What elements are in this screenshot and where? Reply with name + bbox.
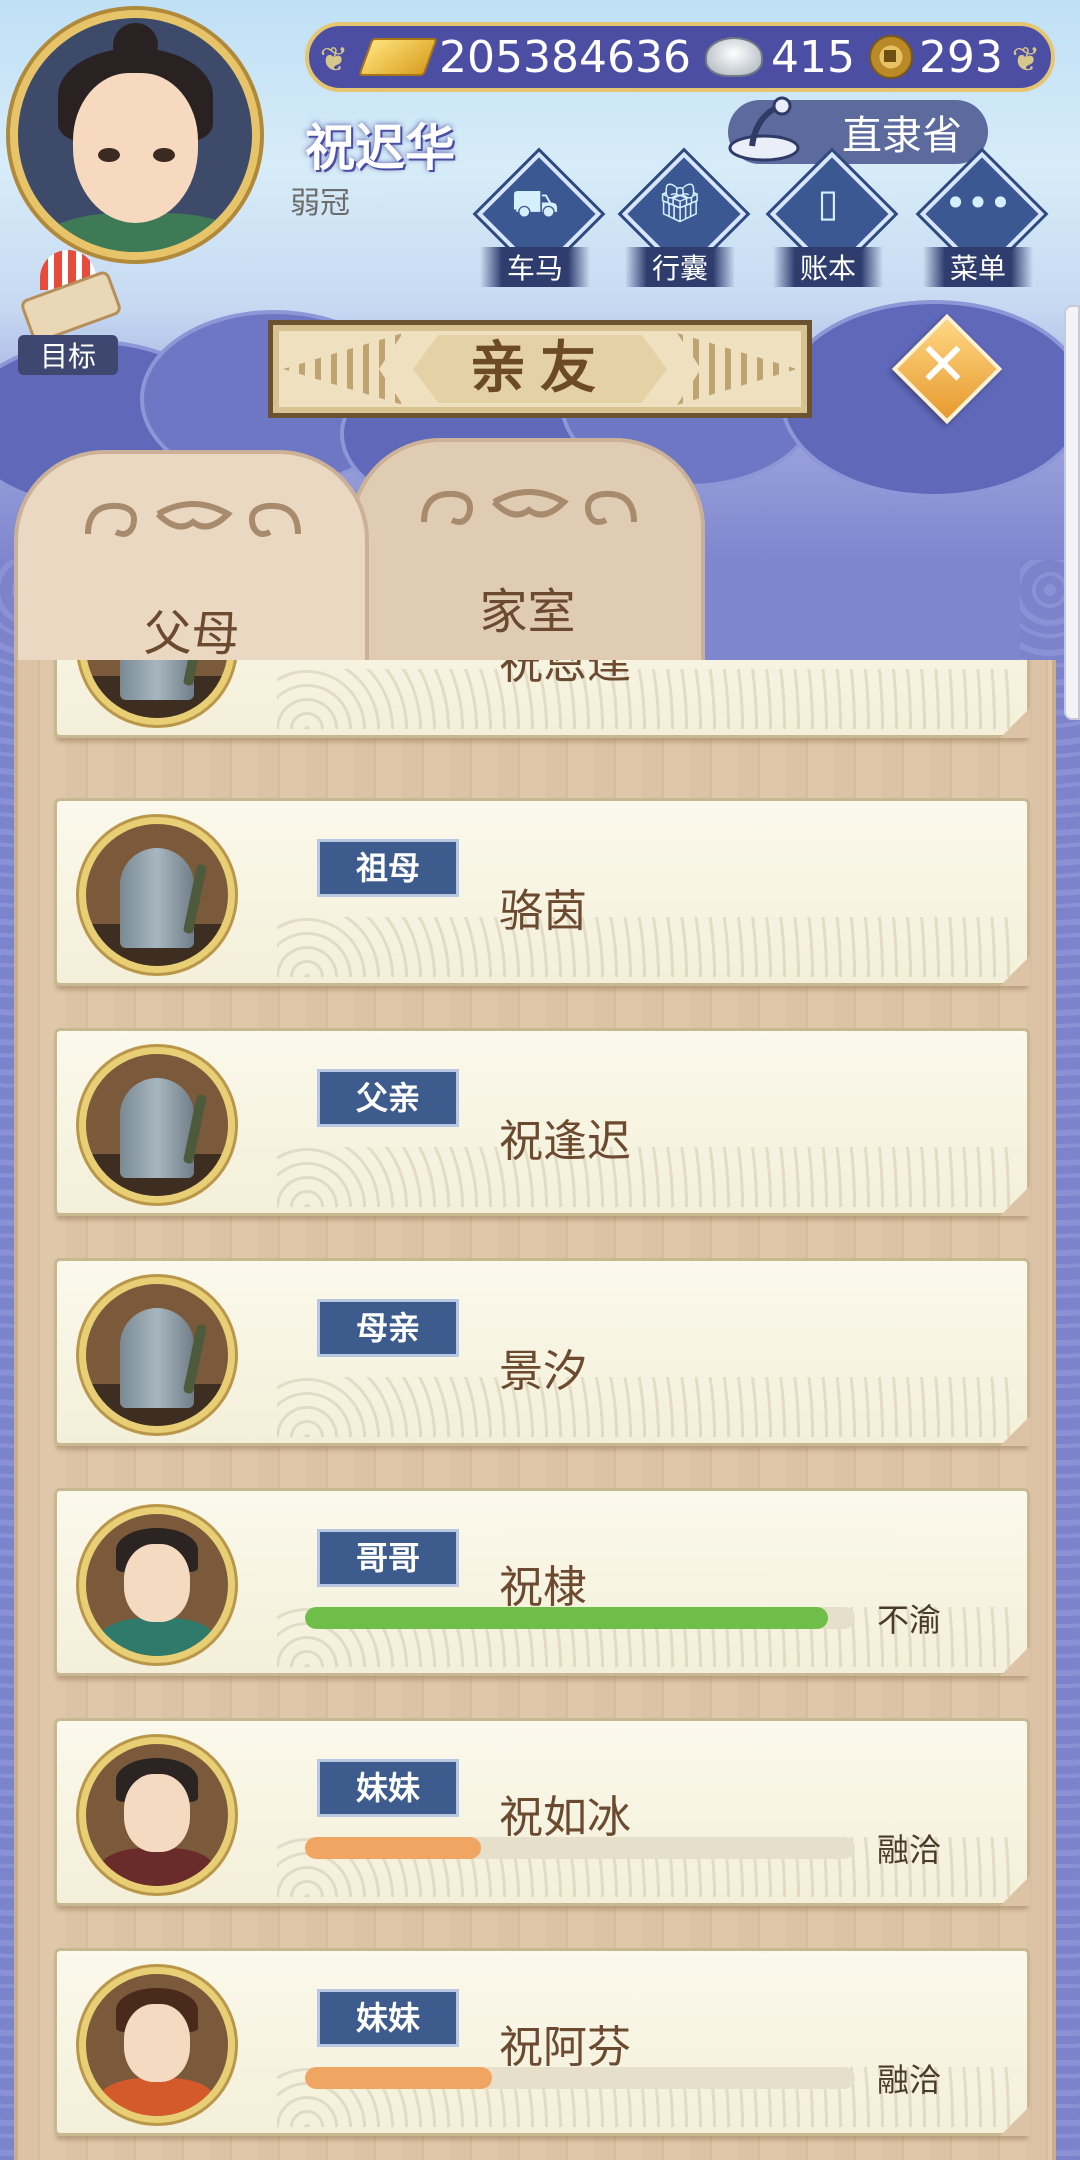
cloud-ornament-icon [85, 501, 301, 537]
goal-label: 目标 [18, 335, 118, 375]
copper-amount: 293 [918, 31, 1003, 83]
relation-badge: 祖母 [317, 839, 459, 897]
list-item[interactable]: 祝恩達 [54, 660, 1030, 738]
relative-name: 祝棣 [499, 1562, 587, 1613]
goal-button[interactable]: 目标 [18, 250, 124, 375]
affection-bar [305, 1607, 855, 1629]
relative-name: 景汐 [499, 1346, 587, 1397]
relatives-list[interactable]: 祝恩達 祖母 骆茵 父亲 祝逢迟 母亲 景汐 哥哥 祝棣 不渝 妹妹 祝如冰 融… [14, 660, 1056, 2160]
affection-bar-fill [305, 1837, 481, 1859]
affection-status: 融洽 [877, 2061, 942, 2099]
menu-carriage-label: 车马 [480, 247, 590, 287]
relative-name: 祝恩達 [499, 660, 631, 689]
list-item[interactable]: 妹妹 祝阿芬 融洽 [54, 1948, 1030, 2136]
relation-badge: 妹妹 [317, 1759, 459, 1817]
close-icon[interactable]: ✕ [897, 326, 989, 404]
relation-badge: 母亲 [317, 1299, 459, 1357]
gold-amount: 205384636 [439, 31, 691, 83]
tab-parents-label: 父母 [143, 606, 240, 662]
bag-icon: 🎁︎ [655, 181, 705, 225]
affection-bar-fill [305, 2067, 492, 2089]
title-banner: 亲友 [268, 320, 812, 418]
list-item[interactable]: 妹妹 祝如冰 融洽 [54, 1718, 1030, 1906]
female-portrait [79, 1967, 235, 2123]
stamp-icon [728, 96, 800, 162]
province-label: 直隶省 [842, 113, 962, 159]
tomb-portrait [79, 1047, 235, 1203]
menu-main-label: 菜单 [923, 247, 1033, 287]
list-item[interactable]: 母亲 景汐 [54, 1258, 1030, 1446]
relation-badge: 哥哥 [317, 1529, 459, 1587]
tomb-portrait [79, 660, 235, 725]
player-age-title: 弱冠 [290, 186, 350, 221]
ledger-icon: ▯ [817, 181, 839, 225]
relative-name: 祝如冰 [499, 1792, 631, 1843]
relation-badge: 妹妹 [317, 1989, 459, 2047]
affection-bar [305, 1837, 855, 1859]
relative-name: 骆茵 [499, 886, 587, 937]
menu-carriage-button[interactable]: ⛟ 车马 [476, 151, 602, 287]
currency-bar: ❦ 205384636 415 293 ❦ [305, 22, 1055, 92]
affection-status: 不渝 [877, 1601, 942, 1639]
bamboo-right-icon: ❦ [1011, 40, 1041, 80]
page-title: 亲友 [470, 336, 610, 401]
gold-ingot-icon [358, 38, 438, 76]
menu-main-button[interactable]: ••• 菜单 [919, 151, 1045, 287]
silver-ingot-icon [704, 37, 763, 77]
player-avatar[interactable] [10, 10, 260, 260]
menu-dots-icon: ••• [944, 181, 1012, 225]
carriage-icon: ⛟ [511, 181, 559, 225]
bamboo-left-icon: ❦ [319, 40, 349, 80]
cloud-ornament-icon [421, 489, 637, 525]
copper-coin-icon [868, 35, 913, 79]
relative-name: 祝阿芬 [499, 2022, 631, 2073]
tab-family[interactable]: 家室 [350, 438, 705, 668]
affection-bar-fill [305, 1607, 828, 1629]
list-item[interactable]: 哥哥 祝棣 不渝 [54, 1488, 1030, 1676]
menu-bag-button[interactable]: 🎁︎ 行囊 [621, 151, 747, 287]
relation-badge: 父亲 [317, 1069, 459, 1127]
menu-ledger-button[interactable]: ▯ 账本 [769, 151, 895, 287]
province-button[interactable]: 直隶省 [728, 96, 988, 164]
list-item[interactable]: 祖母 骆茵 [54, 798, 1030, 986]
silver-amount: 415 [770, 31, 855, 83]
relative-name: 祝逢迟 [499, 1116, 631, 1167]
tomb-portrait [79, 817, 235, 973]
list-item[interactable]: 父亲 祝逢迟 [54, 1028, 1030, 1216]
player-name: 祝迟华 [305, 119, 455, 177]
male-portrait [79, 1507, 235, 1663]
menu-ledger-label: 账本 [773, 247, 883, 287]
affection-bar [305, 2067, 855, 2089]
female-portrait [79, 1737, 235, 1893]
tab-family-label: 家室 [479, 584, 576, 640]
scrollbar[interactable] [1064, 305, 1080, 720]
affection-status: 融洽 [877, 1831, 942, 1869]
tomb-portrait [79, 1277, 235, 1433]
tab-parents[interactable]: 父母 [14, 450, 369, 690]
menu-bag-label: 行囊 [625, 247, 735, 287]
